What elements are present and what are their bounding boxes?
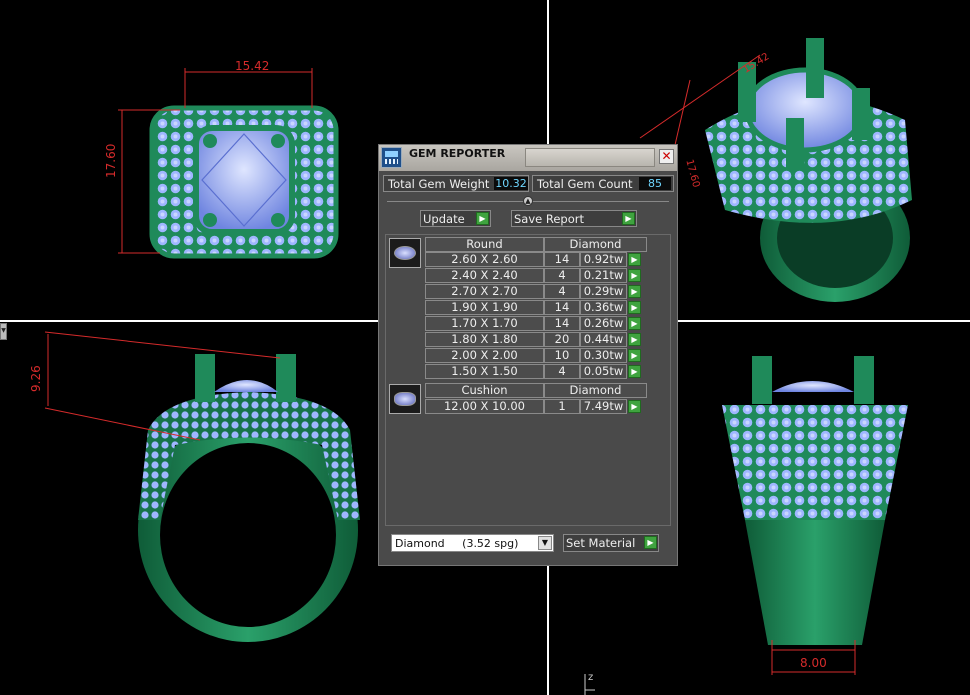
dialog-title: GEM REPORTER (409, 147, 506, 160)
dialog-titlebar[interactable]: GEM REPORTER ✕ (379, 145, 677, 171)
gem-row-select-button[interactable]: ▶ (628, 365, 641, 378)
gem-row-select-button[interactable]: ▶ (628, 285, 641, 298)
group-material-header: Diamond (544, 383, 647, 398)
gem-list-panel: Round Diamond 2.60 X 2.60 14 0.92tw ▶ 2.… (385, 234, 671, 526)
ring-front-view (722, 356, 908, 675)
gem-row-select-button[interactable]: ▶ (628, 317, 641, 330)
dim-top-height: 17.60 (104, 143, 118, 178)
total-gem-count: Total Gem Count 85 (532, 175, 674, 192)
gem-row-select-button[interactable]: ▶ (628, 349, 641, 362)
gem-row-select-button[interactable]: ▶ (628, 400, 641, 413)
save-report-arrow-icon: ▶ (622, 212, 635, 225)
total-gem-count-label: Total Gem Count (537, 177, 633, 191)
ring-side-view (44, 331, 360, 642)
material-select[interactable]: Diamond (3.52 spg) ▼ (391, 534, 554, 552)
gem-reporter-dialog: GEM REPORTER ✕ Total Gem Weight 10.32 To… (378, 144, 678, 566)
dim-front-width: 8.00 (800, 656, 827, 670)
gem-row-select-button[interactable]: ▶ (628, 253, 641, 266)
ring-top-view (118, 68, 339, 259)
save-report-button[interactable]: Save Report ▶ (511, 210, 637, 227)
gem-reporter-app-icon (381, 147, 402, 168)
ring-perspective-view (639, 38, 912, 302)
collapse-toggle-icon[interactable]: ▲ (523, 196, 533, 206)
dim-side-height: 9.26 (29, 365, 43, 392)
set-material-arrow-icon: ▶ (644, 536, 657, 549)
group-shape-header: Cushion (425, 383, 544, 398)
total-gem-weight-value: 10.32 (494, 177, 528, 190)
chevron-down-icon[interactable]: ▼ (538, 536, 552, 550)
cushion-gem-icon (389, 384, 421, 414)
gem-row-select-button[interactable]: ▶ (628, 333, 641, 346)
gem-row-select-button[interactable]: ▶ (628, 301, 641, 314)
update-button[interactable]: Update ▶ (420, 210, 491, 227)
group-material-header: Diamond (544, 237, 647, 252)
close-button[interactable]: ✕ (659, 149, 674, 164)
titlebar-grip[interactable] (525, 148, 655, 167)
gem-row-select-button[interactable]: ▶ (628, 269, 641, 282)
z-axis-label: z (588, 672, 594, 683)
material-select-value: Diamond (3.52 spg) (395, 537, 519, 550)
dim-top-width: 15.42 (235, 59, 270, 73)
round-gem-icon (389, 238, 421, 268)
group-shape-header: Round (425, 237, 544, 252)
set-material-button[interactable]: Set Material ▶ (563, 534, 659, 552)
update-arrow-icon: ▶ (476, 212, 489, 225)
total-gem-weight-label: Total Gem Weight (388, 177, 490, 191)
total-gem-count-value: 85 (639, 177, 671, 190)
viewport-expand-icon[interactable]: ▼ (0, 323, 7, 340)
total-gem-weight: Total Gem Weight 10.32 (383, 175, 529, 192)
